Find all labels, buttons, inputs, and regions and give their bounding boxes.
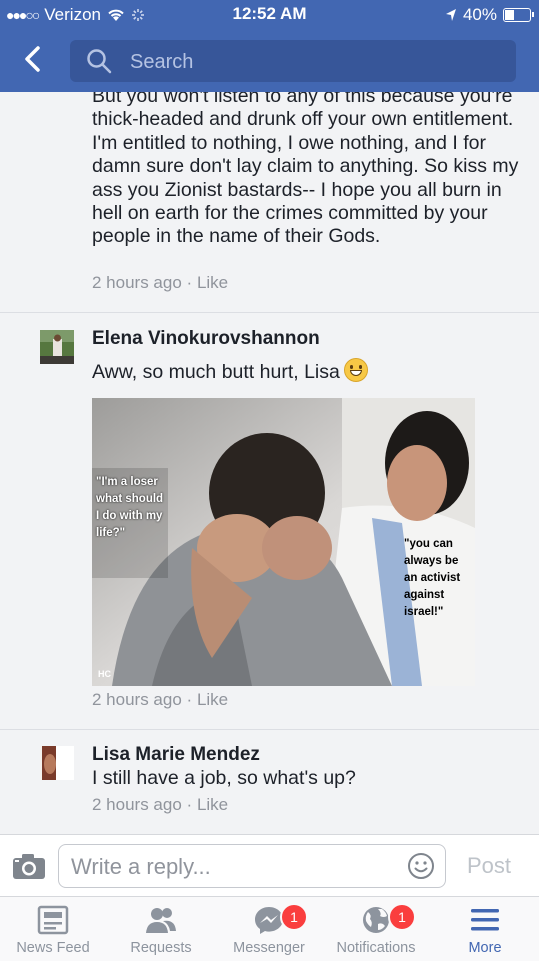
tab-label: More [468, 940, 502, 956]
tab-messenger[interactable]: 1 Messenger [216, 897, 322, 961]
camera-icon[interactable] [12, 852, 46, 880]
tab-label: Requests [130, 940, 192, 956]
back-arrow-icon[interactable] [18, 44, 48, 74]
comment-body: Aww, so much butt hurt, Lisa [92, 358, 368, 384]
globe-icon [363, 907, 389, 933]
meta-separator: · [186, 690, 193, 709]
news-feed-icon [37, 905, 69, 935]
comment-meta: 2 hours ago · Like [92, 273, 228, 293]
like-link[interactable]: Like [197, 690, 228, 709]
comment-thread: But you won't listen to any of this beca… [0, 92, 539, 834]
battery-percent: 40% [462, 5, 497, 24]
notification-badge: 1 [388, 903, 416, 931]
tab-requests[interactable]: Requests [108, 897, 214, 961]
tab-label: News Feed [16, 940, 90, 956]
comment-text: I still have a job, so what's up? [92, 767, 356, 789]
notification-badge: 1 [280, 903, 308, 931]
comment-author[interactable]: Elena Vinokurovshannon [92, 328, 320, 350]
smiley-icon[interactable] [407, 852, 435, 880]
comment-timestamp: 2 hours ago [92, 795, 182, 814]
meme-image[interactable]: "I'm a loser what should I do with my li… [92, 398, 475, 686]
comment-text: But you won't listen to any of this beca… [92, 92, 519, 248]
divider [0, 729, 539, 730]
search-icon [87, 49, 112, 74]
meme-watermark: HC [98, 669, 111, 679]
meta-separator: · [186, 273, 193, 292]
comment-meta: 2 hours ago · Like [92, 690, 228, 710]
comment-meta: 2 hours ago · Like [92, 795, 228, 815]
divider [0, 312, 539, 313]
meme-caption-right: "you can always be an activist against i… [404, 538, 461, 618]
like-link[interactable]: Like [197, 273, 228, 292]
tab-label: Notifications [336, 940, 416, 956]
tab-news-feed[interactable]: News Feed [0, 897, 106, 961]
post-button[interactable]: Post [467, 853, 511, 879]
menu-icon [471, 909, 499, 931]
meme-caption-left: "I'm a loser what should I do with my li… [96, 476, 164, 539]
comment-author[interactable]: Lisa Marie Mendez [92, 744, 260, 766]
location-arrow-icon [445, 9, 456, 21]
friend-requests-icon [146, 908, 176, 933]
comment-timestamp: 2 hours ago [92, 690, 182, 709]
tab-label: Messenger [233, 940, 305, 956]
comment-timestamp: 2 hours ago [92, 273, 182, 292]
battery-icon [503, 8, 534, 22]
avatar[interactable] [40, 746, 74, 780]
avatar[interactable] [40, 330, 74, 364]
reply-field[interactable] [58, 844, 446, 888]
search-input[interactable] [128, 46, 492, 78]
tab-more[interactable]: More [432, 897, 538, 961]
reply-bar: Post [0, 834, 539, 897]
top-bar: ●●●○○ Verizon 12:52 AM 40% [0, 0, 539, 92]
tab-bar: News Feed Requests 1 Messenger 1 Notific… [0, 896, 539, 961]
grinning-emoji-icon [343, 358, 368, 382]
reply-input[interactable] [69, 852, 393, 882]
meta-separator: · [186, 795, 193, 814]
comment-text: Aww, so much butt hurt, Lisa [92, 361, 340, 383]
search-bar[interactable] [70, 40, 516, 82]
status-bar: ●●●○○ Verizon 12:52 AM 40% [0, 0, 539, 30]
like-link[interactable]: Like [197, 795, 228, 814]
tab-notifications[interactable]: 1 Notifications [322, 897, 430, 961]
